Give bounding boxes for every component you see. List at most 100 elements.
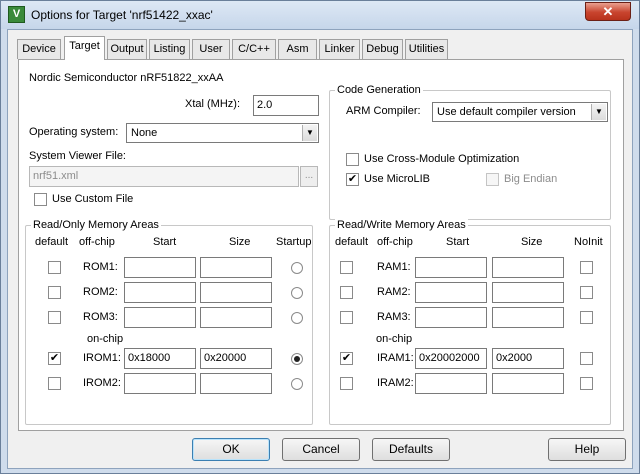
xtal-label: Xtal (MHz): [185,98,240,110]
rom2-label: ROM2: [83,286,118,298]
ram1-label: RAM1: [377,261,411,273]
ram2-start-input[interactable] [415,282,487,303]
tab-c-c[interactable]: C/C++ [232,39,276,59]
ram-header-offchip: off-chip [377,236,413,248]
rom3-label: ROM3: [83,311,118,323]
rom1-size-input[interactable] [200,257,272,278]
dialog-body: Device Target Output Listing User C/C++ Asm Lin… [7,29,633,469]
tab-user[interactable]: User [192,39,230,59]
rom-onchip-label: on-chip [87,333,124,345]
svf-input[interactable]: nrf51.xml [29,166,299,187]
irom2-size-input[interactable] [200,373,272,394]
rom-group: Read/Only Memory Areas default off-chip … [25,219,313,425]
ram2-default-checkbox[interactable] [340,286,353,299]
tab-device[interactable]: Device [17,39,61,59]
iram2-default-checkbox[interactable] [340,377,353,390]
os-select-value: None [131,127,158,139]
ram3-noinit-checkbox[interactable] [580,311,593,324]
rom2-start-input[interactable] [124,282,196,303]
irom2-start-input[interactable] [124,373,196,394]
chevron-down-icon: ▼ [302,125,317,141]
rom1-startup-radio[interactable] [291,262,303,274]
target-tab-panel: Nordic Semiconductor nRF51822_xxAA Xtal … [18,59,624,431]
ram1-noinit-checkbox[interactable] [580,261,593,274]
svf-browse-button[interactable]: ... [300,166,318,187]
iram2-noinit-checkbox[interactable] [580,377,593,390]
rom-header-startup: Startup [276,236,312,248]
irom2-default-checkbox[interactable] [48,377,61,390]
rom3-default-checkbox[interactable] [48,311,61,324]
tab-listing[interactable]: Listing [149,39,190,59]
big-endian-label: Big Endian [504,173,558,185]
ram1-start-input[interactable] [415,257,487,278]
xtal-input[interactable]: 2.0 [253,95,319,116]
iram2-size-input[interactable] [492,373,564,394]
codegen-title: Code Generation [335,84,423,96]
irom1-startup-radio[interactable] [291,353,303,365]
custom-file-checkbox[interactable] [34,193,47,206]
device-name: Nordic Semiconductor nRF51822_xxAA [29,72,224,84]
rom1-label: ROM1: [83,261,118,273]
ram1-default-checkbox[interactable] [340,261,353,274]
ram2-label: RAM2: [377,286,411,298]
ram3-size-input[interactable] [492,307,564,328]
rom1-default-checkbox[interactable] [48,261,61,274]
iram1-start-input[interactable]: 0x20002000 [415,348,487,369]
iram1-noinit-checkbox[interactable] [580,352,593,365]
tab-target[interactable]: Target [64,36,105,60]
iram1-size-input[interactable]: 0x2000 [492,348,564,369]
tab-debug[interactable]: Debug [362,39,403,59]
cancel-button[interactable]: Cancel [282,438,360,461]
compiler-select[interactable]: Use default compiler version ▼ [432,102,608,122]
tab-output[interactable]: Output [107,39,147,59]
iram2-start-input[interactable] [415,373,487,394]
irom2-startup-radio[interactable] [291,378,303,390]
iram2-label: IRAM2: [377,377,414,389]
compiler-select-value: Use default compiler version [437,106,576,118]
title-bar[interactable]: V Options for Target 'nrf51422_xxac' ✕ [1,1,639,29]
rom-header-size: Size [229,236,251,248]
ram3-default-checkbox[interactable] [340,311,353,324]
rom2-startup-radio[interactable] [291,287,303,299]
rom3-size-input[interactable] [200,307,272,328]
custom-file-label: Use Custom File [52,193,134,205]
rom1-start-input[interactable] [124,257,196,278]
irom1-default-checkbox[interactable]: ✔ [48,352,61,365]
irom2-label: IROM2: [83,377,121,389]
ram-header-noinit: NoInit [574,236,603,248]
rom-header-offchip: off-chip [79,236,115,248]
irom1-label: IROM1: [83,352,121,364]
ram3-label: RAM3: [377,311,411,323]
tab-asm[interactable]: Asm [278,39,317,59]
ram3-start-input[interactable] [415,307,487,328]
ram-onchip-label: on-chip [376,333,413,345]
ram-header-size: Size [521,236,543,248]
microlib-checkbox[interactable]: ✔ [346,173,359,186]
uvision-icon: V [8,6,25,23]
close-button[interactable]: ✕ [585,2,631,21]
options-window: V Options for Target 'nrf51422_xxac' ✕ D… [0,0,640,474]
tab-utilities[interactable]: Utilities [405,39,448,59]
rom2-default-checkbox[interactable] [48,286,61,299]
ram1-size-input[interactable] [492,257,564,278]
help-button[interactable]: Help [548,438,626,461]
ram2-noinit-checkbox[interactable] [580,286,593,299]
tab-linker[interactable]: Linker [319,39,360,59]
defaults-button[interactable]: Defaults [372,438,450,461]
irom1-size-input[interactable]: 0x20000 [200,348,272,369]
os-select[interactable]: None ▼ [126,123,319,143]
chevron-down-icon: ▼ [591,104,606,120]
ok-button[interactable]: OK [192,438,270,461]
rom2-size-input[interactable] [200,282,272,303]
ram2-size-input[interactable] [492,282,564,303]
compiler-label: ARM Compiler: [346,105,421,117]
rom3-start-input[interactable] [124,307,196,328]
iram1-default-checkbox[interactable]: ✔ [340,352,353,365]
rom-header-default: default [35,236,69,248]
cross-module-checkbox[interactable] [346,153,359,166]
cross-module-label: Use Cross-Module Optimization [364,153,520,165]
codegen-group: Code Generation ARM Compiler: Use defaul… [329,84,611,220]
big-endian-checkbox[interactable] [486,173,499,186]
irom1-start-input[interactable]: 0x18000 [124,348,196,369]
rom3-startup-radio[interactable] [291,312,303,324]
